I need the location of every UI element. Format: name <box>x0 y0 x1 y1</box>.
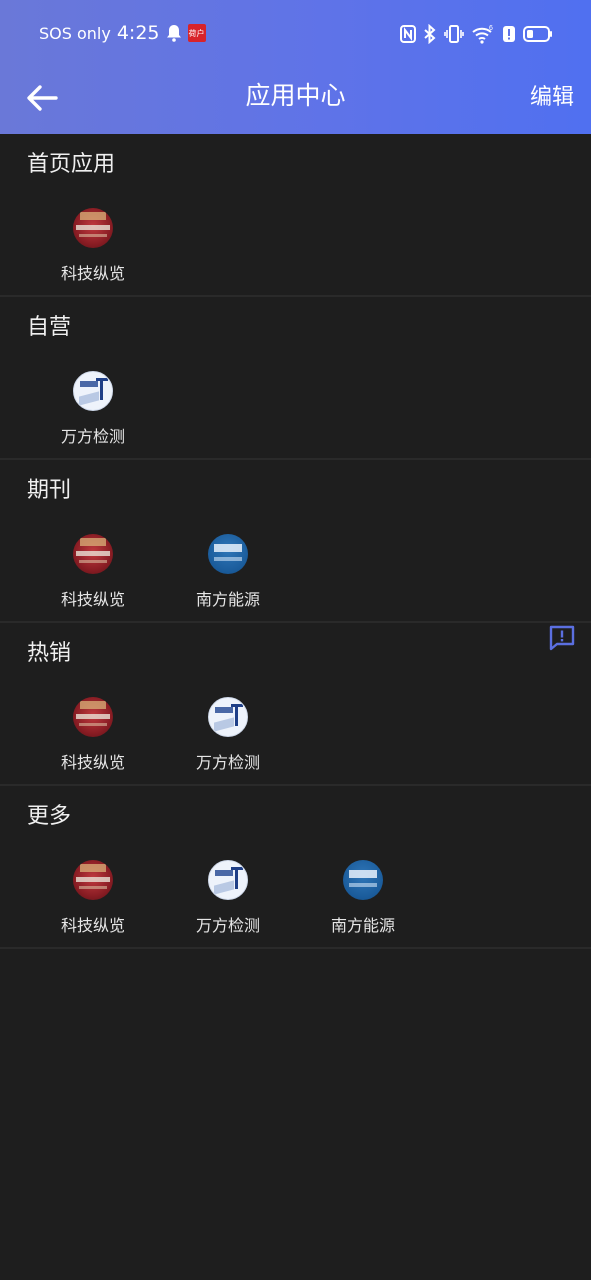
app-label: 科技纵览 <box>60 590 125 609</box>
app-keji-zonglan[interactable]: 科技纵览 <box>33 534 153 610</box>
battery-icon <box>523 26 552 42</box>
keji-zonglan-logo-icon <box>73 534 113 574</box>
wanfang-jiance-logo-icon <box>208 697 248 737</box>
app-grid: 科技纵览 南方能源 <box>0 534 591 609</box>
keji-zonglan-logo-icon <box>73 860 113 900</box>
app-label: 万方检测 <box>195 753 260 772</box>
status-right: 6 <box>400 22 553 46</box>
app-header: SOS only 4:25 荷户 6 应用中心 编辑 <box>0 0 591 134</box>
clock: 4:25 <box>116 22 160 44</box>
bluetooth-icon <box>424 24 436 44</box>
nfc-icon <box>400 25 416 43</box>
app-label: 科技纵览 <box>60 264 125 283</box>
section-title: 热销 <box>27 641 72 666</box>
app-label: 万方检测 <box>60 427 125 446</box>
app-keji-zonglan[interactable]: 科技纵览 <box>33 860 153 936</box>
app-label: 万方检测 <box>195 916 260 935</box>
bell-icon <box>166 25 181 42</box>
notification-app-icon: 荷户 <box>187 24 206 42</box>
section-home-apps: 首页应用 科技纵览 <box>0 134 591 297</box>
section-title: 期刊 <box>27 478 72 503</box>
wanfang-jiance-logo-icon <box>73 371 113 411</box>
edit-button[interactable]: 编辑 <box>530 79 574 111</box>
section-self-operated: 自营 万方检测 <box>0 297 591 460</box>
section-more: 更多 科技纵览 万方检测 南方能源 <box>0 786 591 949</box>
app-wanfang-jiance[interactable]: 万方检测 <box>168 697 288 773</box>
app-grid: 科技纵览 万方检测 <box>0 697 591 772</box>
app-keji-zonglan[interactable]: 科技纵览 <box>33 208 153 284</box>
wanfang-jiance-logo-icon <box>208 860 248 900</box>
nav-bar: 应用中心 编辑 <box>0 66 591 134</box>
keji-zonglan-logo-icon <box>73 208 113 248</box>
vibrate-icon <box>444 25 464 43</box>
section-hot-sales: 热销 科技纵览 万方检测 <box>0 623 591 786</box>
alert-icon <box>503 26 515 42</box>
sos-status: SOS only <box>39 23 111 43</box>
nanfang-nengyuan-logo-icon <box>208 534 248 574</box>
app-grid: 科技纵览 <box>0 208 591 283</box>
app-label: 南方能源 <box>330 916 395 935</box>
app-grid: 科技纵览 万方检测 南方能源 <box>0 860 591 935</box>
status-bar: SOS only 4:25 荷户 6 <box>0 0 591 66</box>
section-title: 更多 <box>27 804 72 829</box>
app-label: 科技纵览 <box>60 916 125 935</box>
svg-text:6: 6 <box>489 25 493 32</box>
back-arrow-icon <box>27 85 58 111</box>
app-wanfang-jiance[interactable]: 万方检测 <box>168 860 288 936</box>
section-title: 自营 <box>27 315 72 340</box>
section-journals: 期刊 科技纵览 南方能源 <box>0 460 591 623</box>
app-nanfang-nengyuan[interactable]: 南方能源 <box>168 534 288 610</box>
app-grid: 万方检测 <box>0 371 591 446</box>
back-button[interactable] <box>22 78 62 118</box>
app-nanfang-nengyuan[interactable]: 南方能源 <box>303 860 423 936</box>
section-title: 首页应用 <box>27 152 116 177</box>
app-sections: 首页应用 科技纵览 自营 万方检测 期刊 科技纵览 南方能源 热销 科技纵览 万… <box>0 134 591 949</box>
app-label: 南方能源 <box>195 590 260 609</box>
status-left: SOS only 4:25 荷户 <box>39 20 206 46</box>
app-keji-zonglan[interactable]: 科技纵览 <box>33 697 153 773</box>
wifi-icon: 6 <box>472 25 493 44</box>
app-label: 科技纵览 <box>60 753 125 772</box>
page-title: 应用中心 <box>245 81 346 110</box>
feedback-icon <box>549 625 575 651</box>
feedback-button[interactable] <box>548 624 576 652</box>
keji-zonglan-logo-icon <box>73 697 113 737</box>
nanfang-nengyuan-logo-icon <box>343 860 383 900</box>
app-wanfang-jiance[interactable]: 万方检测 <box>33 371 153 447</box>
